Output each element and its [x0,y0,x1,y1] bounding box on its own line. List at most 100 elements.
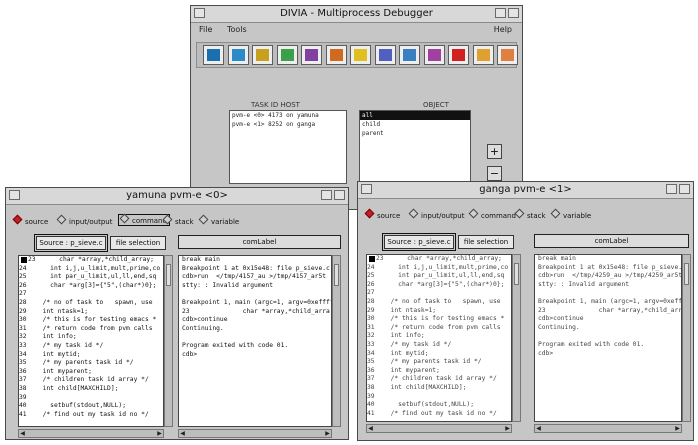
output-line: Continuing. [538,323,580,331]
output-scrollbar[interactable] [332,255,341,427]
toolbar-button[interactable] [423,45,445,65]
menu-help[interactable]: Help [494,25,512,34]
scroll-left-icon[interactable]: ◀ [535,425,542,432]
scroll-thumb[interactable] [166,264,171,286]
output-hscrollbar[interactable]: ◀ ▶ [178,429,332,438]
radio-stack[interactable]: stack [514,208,546,220]
code-line: 38 int child[MAXCHILD]; [19,385,163,394]
output-line: 23 char *array,*child_arra [538,306,682,314]
divia-title: DIVIA - Multiprocess Debugger [280,8,433,19]
maximize-button[interactable] [334,190,345,200]
line-number: 30 [367,315,375,323]
file-selection-button[interactable]: file selection [110,236,166,250]
toolbar-button[interactable] [301,45,322,65]
radio-variable[interactable]: variable [550,208,591,220]
toolbar-button[interactable] [325,45,347,65]
toolbar-button[interactable] [227,45,249,65]
menu-tools[interactable]: Tools [227,25,247,34]
file-selection-button[interactable]: file selection [458,235,514,249]
command-output-view[interactable]: break main Breakpoint 1 at 0x15e48: file … [178,255,332,427]
scroll-right-icon[interactable]: ▶ [156,430,163,437]
radio-variable[interactable]: variable [198,214,239,226]
line-number: 41 [19,410,27,418]
menu-file[interactable]: File [199,25,212,34]
code-text: int par_u_limit,ul,ll,end,sq [35,273,157,281]
code-text: char *array,*child_array; [392,255,502,262]
code-text: /* my parents task id */ [383,358,482,366]
code-text: /* return code from pvm calls [383,323,501,331]
yamuna-titlebar[interactable]: yamuna pvm-e <0> [6,188,348,205]
code-line: 32 int info; [19,333,163,342]
toolbar-button[interactable] [448,45,469,65]
line-number: 31 [367,323,375,331]
source-scrollbar[interactable] [512,254,521,422]
code-text: int info; [383,332,425,340]
code-line: 35 /* my parents task id */ [367,358,511,367]
code-line: 34 int mytid; [367,350,511,359]
line-number: 35 [367,358,375,366]
maximize-button[interactable] [508,8,519,18]
toolbar-button[interactable] [497,45,518,65]
task-column-header: TASK ID HOST [251,101,300,109]
add-object-button[interactable]: + [487,144,502,159]
radio-input-output[interactable]: input/output [56,214,112,226]
line-number: 26 [367,280,375,288]
source-scrollbar[interactable] [164,255,173,427]
source-file-label[interactable]: Source : p_sieve.c [36,236,106,250]
radio-input-output[interactable]: input/output [408,208,464,220]
scroll-left-icon[interactable]: ◀ [367,425,374,432]
output-hscrollbar[interactable]: ◀ ▶ [534,424,682,433]
object-list[interactable]: all child parent [359,110,471,190]
task-list[interactable]: pvm-e <0> 4173 on yamuna pvm-e <1> 8252 … [229,110,347,184]
code-text: int myparent; [383,366,440,374]
object-list-item[interactable]: parent [360,129,470,138]
radio-source[interactable]: source [12,214,48,226]
scroll-thumb[interactable] [684,263,689,285]
toolbar-button[interactable] [472,45,494,65]
toolbar-button[interactable] [276,45,298,65]
code-line: 38 int child[MAXCHILD]; [367,384,511,393]
object-list-item[interactable]: child [360,120,470,129]
flag-icon [354,49,367,61]
divia-titlebar[interactable]: DIVIA - Multiprocess Debugger [191,6,522,23]
remove-object-button[interactable]: − [487,166,502,181]
minimize-button[interactable] [495,8,506,18]
scroll-thumb[interactable] [514,263,519,285]
minimize-button[interactable] [666,184,677,194]
code-line: 37 /* children task id array */ [19,376,163,385]
toolbar-button[interactable] [252,45,273,65]
code-line: 27 [19,290,163,299]
output-line: stty: : Invalid argument [182,281,273,289]
source-code-view[interactable]: 23 char *array,*child_array; 24 int i,j,u… [18,255,164,427]
line-number: 32 [19,333,27,341]
radio-command[interactable]: command [468,208,516,220]
scroll-thumb[interactable] [334,264,339,286]
scroll-right-icon[interactable]: ▶ [504,425,511,432]
ganga-titlebar[interactable]: ganga pvm-e <1> [358,182,693,199]
toolbar-button[interactable] [399,45,420,65]
output-scrollbar[interactable] [682,254,691,422]
radio-source[interactable]: source [364,208,400,220]
toolbar-button[interactable] [350,45,371,65]
scroll-right-icon[interactable]: ▶ [324,430,331,437]
maximize-button[interactable] [679,184,690,194]
minimize-button[interactable] [321,190,332,200]
scroll-left-icon[interactable]: ◀ [179,430,186,437]
object-list-item[interactable]: all [360,111,470,120]
task-list-item[interactable]: pvm-e <0> 4173 on yamuna [230,111,346,120]
source-hscrollbar[interactable]: ◀ ▶ [366,424,512,433]
source-hscrollbar[interactable]: ◀ ▶ [18,429,164,438]
source-file-label[interactable]: Source : p_sieve.c [384,235,454,249]
radio-stack[interactable]: stack [162,214,194,226]
code-text: int child[MAXCHILD]; [35,384,119,392]
toolbar-button[interactable] [374,45,396,65]
scroll-left-icon[interactable]: ◀ [19,430,26,437]
command-output-view[interactable]: break main Breakpoint 1 at 0x15e48: file … [534,254,682,422]
scroll-right-icon[interactable]: ▶ [674,425,681,432]
toolbar-button[interactable] [203,45,224,65]
code-text: /* my task id */ [35,341,104,349]
task-list-item[interactable]: pvm-e <1> 8252 on ganga [230,120,346,129]
source-code-view[interactable]: 23 char *array,*child_array; 24 int i,j,u… [366,254,512,422]
code-text: int child[MAXCHILD]; [383,383,467,391]
